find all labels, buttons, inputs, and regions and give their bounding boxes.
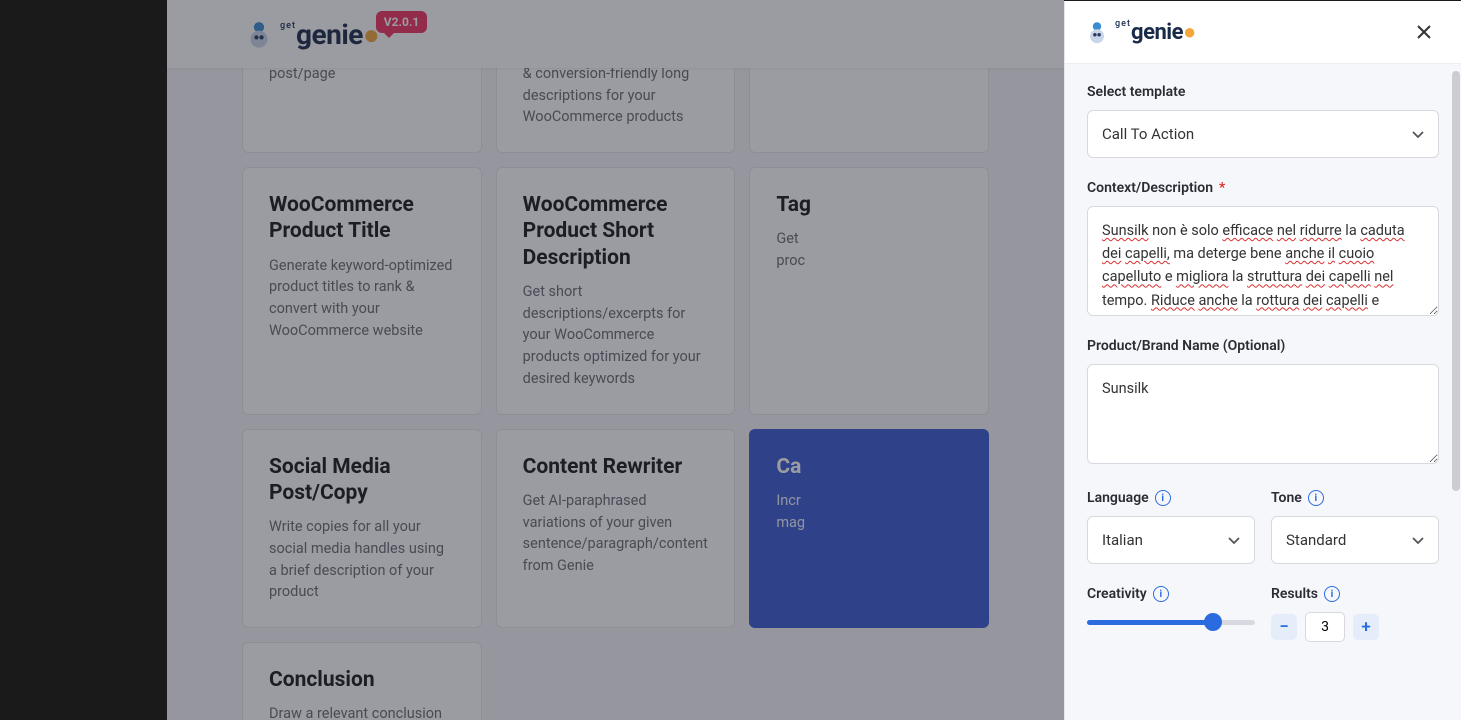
logo-prefix: get: [1115, 19, 1131, 29]
creativity-slider[interactable]: [1087, 612, 1255, 632]
info-icon[interactable]: i: [1155, 490, 1171, 506]
card-description: Generate keyword-optimized product title…: [269, 255, 455, 342]
template-card-woo-short-desc[interactable]: WooCommerce Product Short Description Ge…: [496, 167, 736, 415]
card-title: Content Rewriter: [523, 454, 709, 480]
brand-label: Product/Brand Name (Optional): [1087, 338, 1439, 354]
card-title: Social Media Post/Copy: [269, 454, 455, 507]
card-description: Get proc: [776, 228, 962, 272]
language-select-value: Italian: [1087, 516, 1255, 564]
panel-logo: get genie●: [1083, 18, 1196, 46]
card-title: Conclusion: [269, 667, 455, 693]
logo-prefix: get: [280, 21, 296, 31]
card-title: WooCommerce Product Title: [269, 192, 455, 245]
template-select[interactable]: Call To Action: [1087, 110, 1439, 158]
panel-body: Select template Call To Action Context/D…: [1065, 64, 1461, 720]
context-textarea[interactable]: Sunsilk non è solo efficace nel ridurre …: [1087, 206, 1439, 316]
info-icon[interactable]: i: [1153, 586, 1169, 602]
card-title: WooCommerce Product Short Description: [523, 192, 709, 271]
template-card-content-rewriter[interactable]: Content Rewriter Get AI-paraphrased vari…: [496, 429, 736, 629]
panel-scrollbar[interactable]: [1452, 71, 1460, 711]
language-field: Language i Italian: [1087, 490, 1255, 564]
template-card-social-post[interactable]: Social Media Post/Copy Write copies for …: [242, 429, 482, 629]
card-description: Get AI-paraphrased variations of your gi…: [523, 490, 709, 577]
template-cards-grid: description of your blog post/page Gener…: [167, 40, 1064, 720]
generation-sidepanel: get genie● Select template Call To Actio…: [1064, 1, 1461, 720]
template-select-value: Call To Action: [1087, 110, 1439, 158]
context-label: Context/Description*: [1087, 180, 1439, 196]
slider-thumb[interactable]: [1204, 613, 1222, 631]
close-icon: [1416, 24, 1432, 40]
results-stepper: − +: [1271, 612, 1439, 642]
tone-label: Tone i: [1271, 490, 1439, 506]
results-input[interactable]: [1305, 612, 1345, 642]
required-indicator: *: [1219, 180, 1225, 196]
version-badge: V2.0.1: [376, 11, 427, 33]
main-content: get genie● V2.0.1 description of your bl…: [167, 0, 1064, 720]
creativity-field: Creativity i: [1087, 586, 1255, 642]
brand-textarea[interactable]: [1087, 364, 1439, 464]
genie-logo-icon: [242, 17, 276, 51]
tone-select[interactable]: Standard: [1271, 516, 1439, 564]
info-icon[interactable]: i: [1308, 490, 1324, 506]
card-description: Write copies for all your social media h…: [269, 516, 455, 603]
card-description: Draw a relevant conclusion for your blog…: [269, 703, 455, 720]
logo-text: genie●: [296, 18, 379, 51]
template-card-woo-title[interactable]: WooCommerce Product Title Generate keywo…: [242, 167, 482, 415]
card-title: Ca: [776, 454, 962, 480]
panel-header: get genie●: [1065, 1, 1461, 64]
scrollbar-thumb[interactable]: [1452, 71, 1460, 491]
increment-button[interactable]: +: [1353, 614, 1379, 640]
results-field: Results i − +: [1271, 586, 1439, 642]
tone-select-value: Standard: [1271, 516, 1439, 564]
card-description: Incr mag: [776, 490, 962, 534]
template-label: Select template: [1087, 84, 1439, 100]
language-select[interactable]: Italian: [1087, 516, 1255, 564]
app-header: get genie● V2.0.1: [167, 0, 1064, 68]
results-label: Results i: [1271, 586, 1439, 602]
template-card-conclusion[interactable]: Conclusion Draw a relevant conclusion fo…: [242, 642, 482, 720]
tone-field: Tone i Standard: [1271, 490, 1439, 564]
decrement-button[interactable]: −: [1271, 614, 1297, 640]
creativity-label: Creativity i: [1087, 586, 1255, 602]
logo-text: genie●: [1131, 19, 1196, 45]
card-description: Get short descriptions/excerpts for your…: [523, 281, 709, 390]
genie-logo-icon: [1083, 18, 1111, 46]
language-label: Language i: [1087, 490, 1255, 506]
card-title: Tag: [776, 192, 962, 218]
template-card[interactable]: Tag Get proc: [749, 167, 989, 415]
close-button[interactable]: [1409, 17, 1439, 47]
template-card-cta[interactable]: Ca Incr mag: [749, 429, 989, 629]
logo: get genie● V2.0.1: [242, 17, 379, 51]
info-icon[interactable]: i: [1324, 586, 1340, 602]
